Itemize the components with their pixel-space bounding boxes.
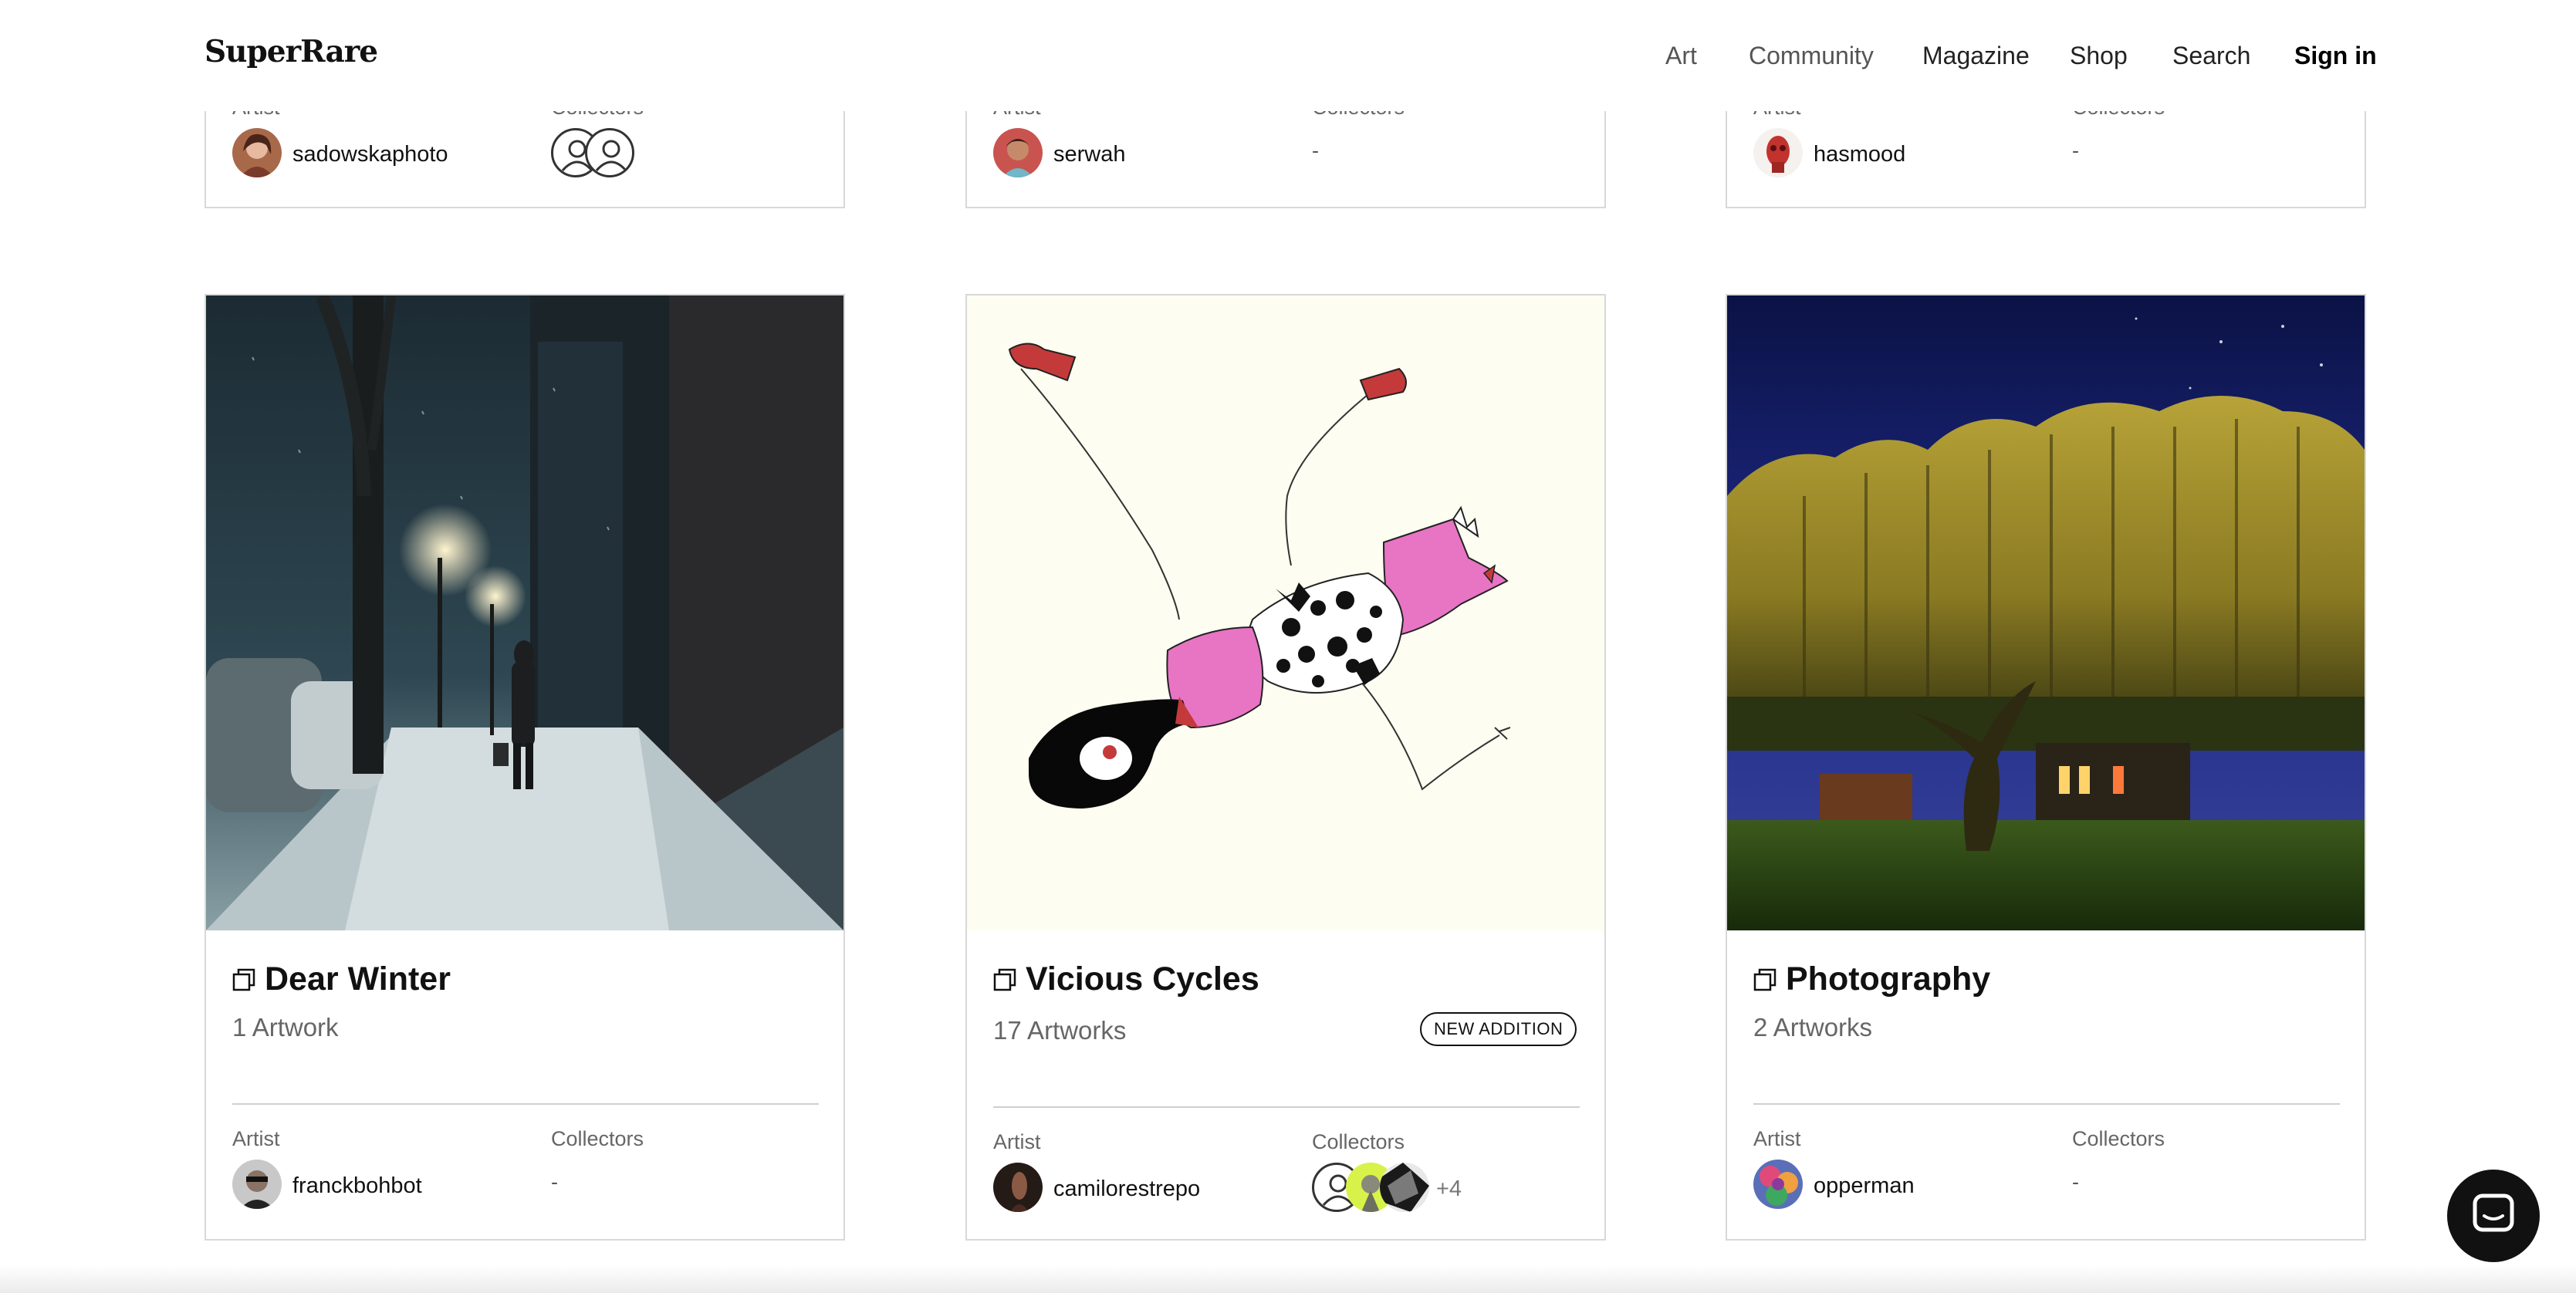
artist-name[interactable]: hasmood [1814,142,1905,167]
collection-card[interactable]: Dear Winter 1 Artwork Artist Collectors … [205,294,845,1241]
sign-in-link[interactable]: Sign in [2294,42,2377,70]
collection-title[interactable]: Photography [1786,960,1990,998]
artist-avatar[interactable] [993,1163,1043,1212]
artwork-count: 17 Artworks [993,1016,1127,1045]
viewport-bottom-edge [0,1265,2576,1293]
divider [1753,1103,2340,1105]
logo[interactable]: SuperRare [205,34,378,69]
collectors-empty: - [551,1170,558,1193]
artist-name[interactable]: franckbohbot [292,1173,422,1199]
divider [993,1106,1580,1108]
collection-card[interactable]: Photography 2 Artworks Artist Collectors… [1726,294,2366,1241]
chat-icon [2473,1193,2514,1232]
user-icon[interactable] [585,128,634,177]
artist-name[interactable]: opperman [1814,1173,1915,1199]
artist-label: Artist [993,1130,1041,1153]
artist-name[interactable]: sadowskaphoto [292,142,448,167]
collectors-empty: - [2072,1170,2079,1193]
artist-label: Artist [232,1127,280,1150]
collection-title[interactable]: Vicious Cycles [1026,960,1259,998]
new-addition-badge: NEW ADDITION [1420,1012,1577,1046]
nav-magazine[interactable]: Magazine [1922,42,2030,70]
collectors-label: Collectors [2072,1127,2165,1150]
collection-title[interactable]: Dear Winter [265,960,451,998]
artist-avatar[interactable] [1753,1160,1803,1209]
artist-name[interactable]: camilorestrepo [1053,1177,1200,1202]
collector-avatar[interactable] [1380,1163,1429,1212]
collectors-label: Collectors [1312,1130,1405,1153]
artist-avatar[interactable] [1753,128,1803,177]
stack-icon [993,968,1016,991]
artist-label: Artist [1753,1127,1801,1150]
more-collectors-count[interactable]: +4 [1436,1177,1462,1202]
artist-avatar[interactable] [993,128,1043,177]
collection-card[interactable]: Vicious Cycles 17 Artworks NEW ADDITION … [965,294,1606,1241]
stack-icon [232,968,255,991]
artist-avatar[interactable] [232,128,282,177]
artist-name[interactable]: serwah [1053,142,1126,167]
chat-launcher-button[interactable] [2447,1170,2540,1262]
collectors-empty: - [1312,139,1319,162]
nav-shop[interactable]: Shop [2070,42,2128,70]
stack-icon [1753,968,1776,991]
artwork-count: 2 Artworks [1753,1013,1873,1041]
divider [232,1103,819,1105]
collectors-empty: - [2072,139,2079,162]
nav-search[interactable]: Search [2172,42,2250,70]
collection-cover-image[interactable] [206,295,843,930]
artist-avatar[interactable] [232,1160,282,1209]
collection-cover-image[interactable] [967,295,1604,930]
collectors-label: Collectors [551,1127,644,1150]
site-header: SuperRare Art Community Magazine Shop Se… [0,0,2576,111]
artwork-count: 1 Artwork [232,1013,339,1041]
nav-community[interactable]: Community [1749,42,1874,70]
nav-art[interactable]: Art [1665,42,1697,70]
collection-cover-image[interactable] [1727,295,2365,930]
